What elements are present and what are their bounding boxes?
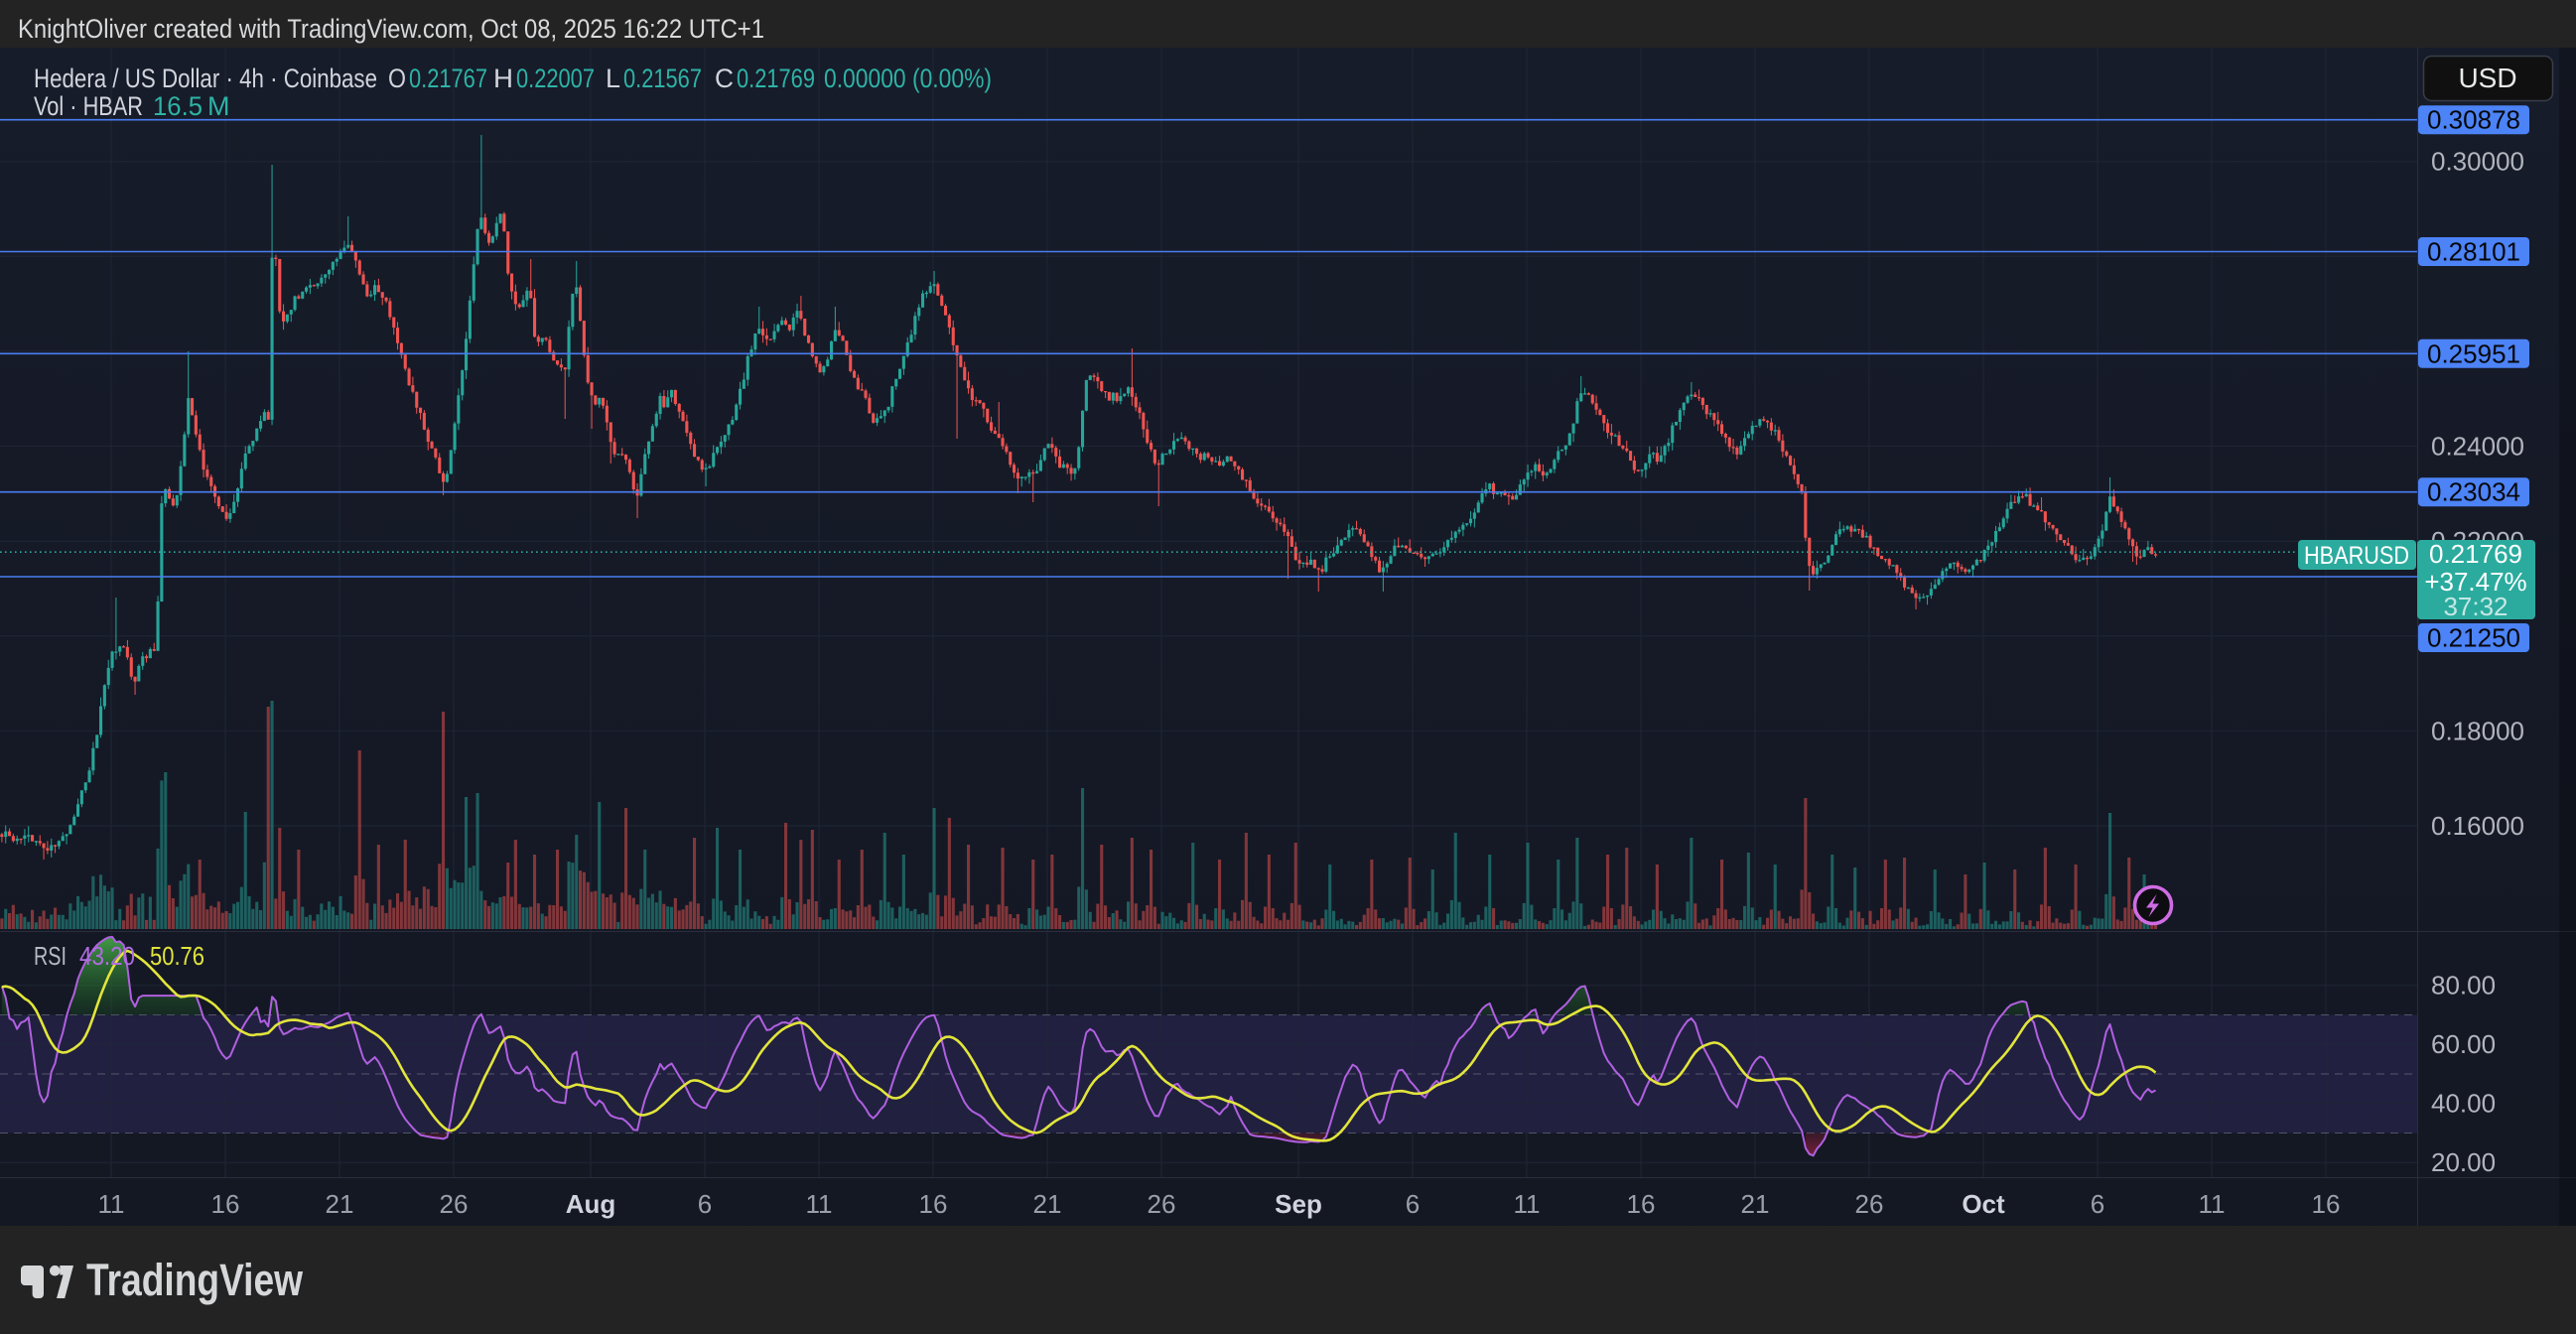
svg-text:6: 6 bbox=[698, 1189, 712, 1219]
svg-text:21: 21 bbox=[326, 1189, 354, 1219]
svg-text:0.28101: 0.28101 bbox=[2427, 237, 2520, 267]
svg-text:0.24000: 0.24000 bbox=[2431, 432, 2524, 462]
svg-text:HBARUSD: HBARUSD bbox=[2304, 542, 2409, 570]
svg-text:16: 16 bbox=[2312, 1189, 2341, 1219]
svg-text:0.30878: 0.30878 bbox=[2427, 105, 2520, 135]
svg-text:0.21769: 0.21769 bbox=[2429, 539, 2522, 569]
svg-text:Vol · HBAR16.5M: Vol · HBAR16.5M bbox=[34, 91, 230, 121]
svg-text:21: 21 bbox=[1741, 1189, 1770, 1219]
svg-text:6: 6 bbox=[1406, 1189, 1420, 1219]
svg-text:20.00: 20.00 bbox=[2431, 1147, 2496, 1177]
svg-text:60.00: 60.00 bbox=[2431, 1029, 2496, 1059]
svg-text:6: 6 bbox=[2091, 1189, 2104, 1219]
svg-text:0.23034: 0.23034 bbox=[2427, 477, 2520, 507]
svg-text:0.30000: 0.30000 bbox=[2431, 147, 2524, 177]
svg-text:11: 11 bbox=[2199, 1189, 2226, 1219]
svg-text:KnightOliver created with Trad: KnightOliver created with TradingView.co… bbox=[18, 14, 764, 44]
svg-text:16: 16 bbox=[919, 1189, 948, 1219]
svg-text:0.25951: 0.25951 bbox=[2427, 338, 2520, 368]
svg-text:16: 16 bbox=[1627, 1189, 1656, 1219]
svg-text:0.16000: 0.16000 bbox=[2431, 811, 2524, 841]
svg-text:40.00: 40.00 bbox=[2431, 1089, 2496, 1119]
svg-text:Sep: Sep bbox=[1275, 1189, 1322, 1219]
svg-text:RSI43.2050.76: RSI43.2050.76 bbox=[34, 941, 204, 971]
svg-text:26: 26 bbox=[1148, 1189, 1176, 1219]
svg-text:Aug: Aug bbox=[566, 1189, 616, 1219]
svg-text:26: 26 bbox=[1855, 1189, 1884, 1219]
svg-text:TradingView: TradingView bbox=[86, 1255, 304, 1305]
svg-text:21: 21 bbox=[1033, 1189, 1062, 1219]
svg-text:0.18000: 0.18000 bbox=[2431, 716, 2524, 745]
svg-text:11: 11 bbox=[1514, 1189, 1541, 1219]
svg-text:80.00: 80.00 bbox=[2431, 971, 2496, 1000]
svg-text:Oct: Oct bbox=[1962, 1189, 2005, 1219]
svg-text:0.21250: 0.21250 bbox=[2427, 623, 2520, 653]
svg-text:26: 26 bbox=[440, 1189, 469, 1219]
svg-text:11: 11 bbox=[806, 1189, 833, 1219]
svg-text:37:32: 37:32 bbox=[2443, 592, 2508, 621]
svg-text:USD: USD bbox=[2458, 63, 2516, 93]
svg-text:11: 11 bbox=[98, 1189, 125, 1219]
svg-text:16: 16 bbox=[211, 1189, 240, 1219]
svg-text:Hedera / US Dollar · 4h · Coin: Hedera / US Dollar · 4h · CoinbaseO0.217… bbox=[34, 64, 992, 93]
